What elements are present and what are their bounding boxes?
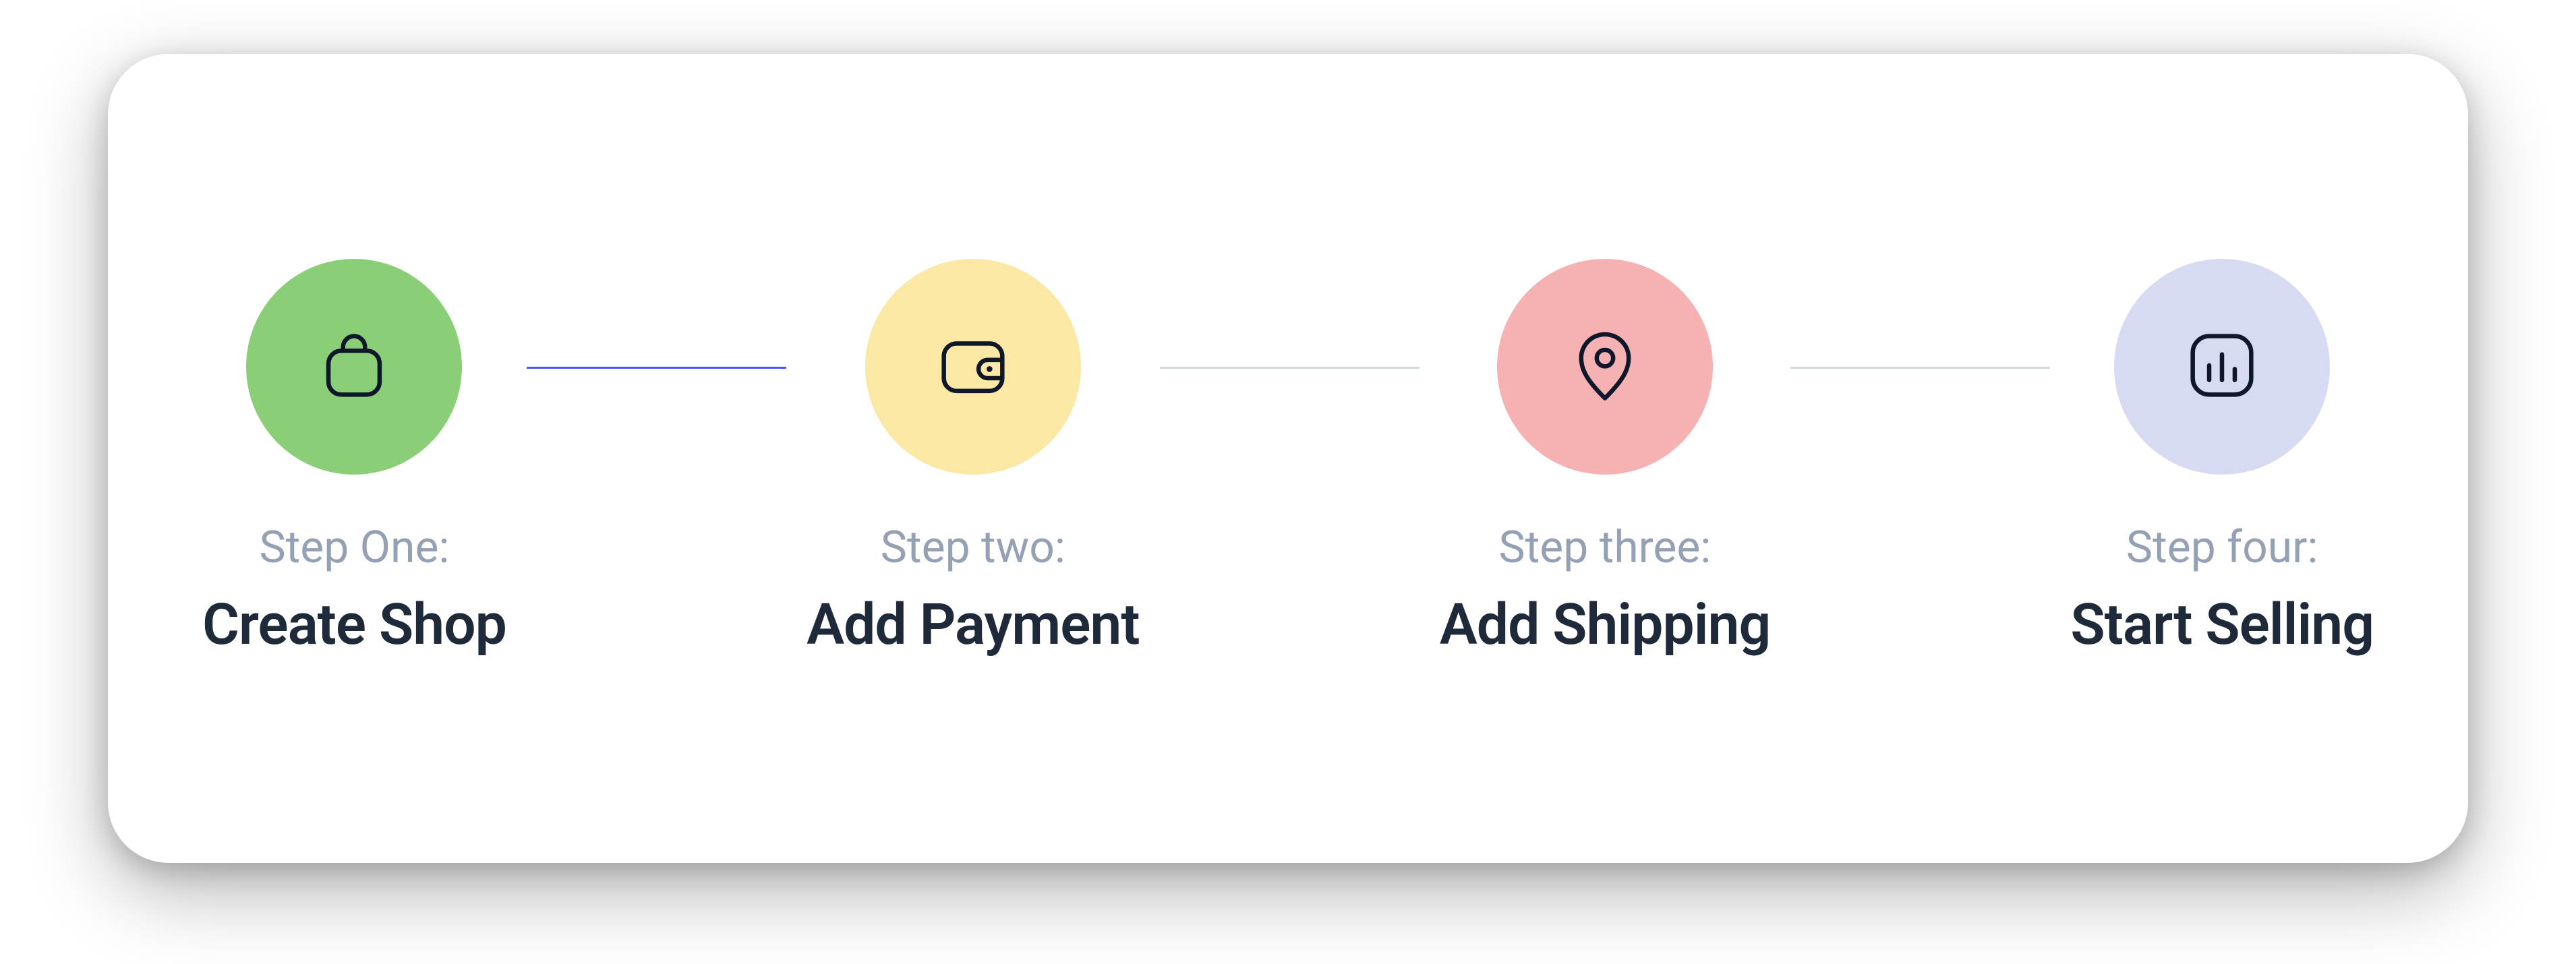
step-connector [527, 367, 786, 369]
step-label: Step One: [259, 522, 449, 574]
step-circle [865, 259, 1081, 475]
step-circle [1497, 259, 1713, 475]
step-add-payment[interactable]: Step two: Add Payment [807, 259, 1140, 658]
step-circle [246, 259, 462, 475]
location-pin-icon [1561, 322, 1649, 412]
step-connector [1790, 367, 2050, 369]
wallet-icon [929, 322, 1017, 412]
step-circle [2114, 259, 2330, 475]
step-create-shop[interactable]: Step One: Create Shop [202, 259, 506, 658]
chart-icon [2178, 322, 2266, 412]
onboarding-stepper-card: Step One: Create Shop Step two: Add Paym… [108, 54, 2468, 863]
step-label: Step four: [2126, 522, 2318, 574]
step-connector [1160, 367, 1419, 369]
step-label: Step two: [881, 522, 1065, 574]
step-title: Start Selling [2070, 591, 2374, 658]
step-title: Add Payment [807, 591, 1140, 658]
shopping-bag-icon [310, 322, 398, 412]
step-title: Add Shipping [1440, 591, 1771, 658]
step-add-shipping[interactable]: Step three: Add Shipping [1440, 259, 1771, 658]
step-label: Step three: [1499, 522, 1711, 574]
step-title: Create Shop [202, 591, 506, 658]
stepper-row: Step One: Create Shop Step two: Add Paym… [202, 259, 2374, 658]
step-start-selling[interactable]: Step four: Start Selling [2070, 259, 2374, 658]
